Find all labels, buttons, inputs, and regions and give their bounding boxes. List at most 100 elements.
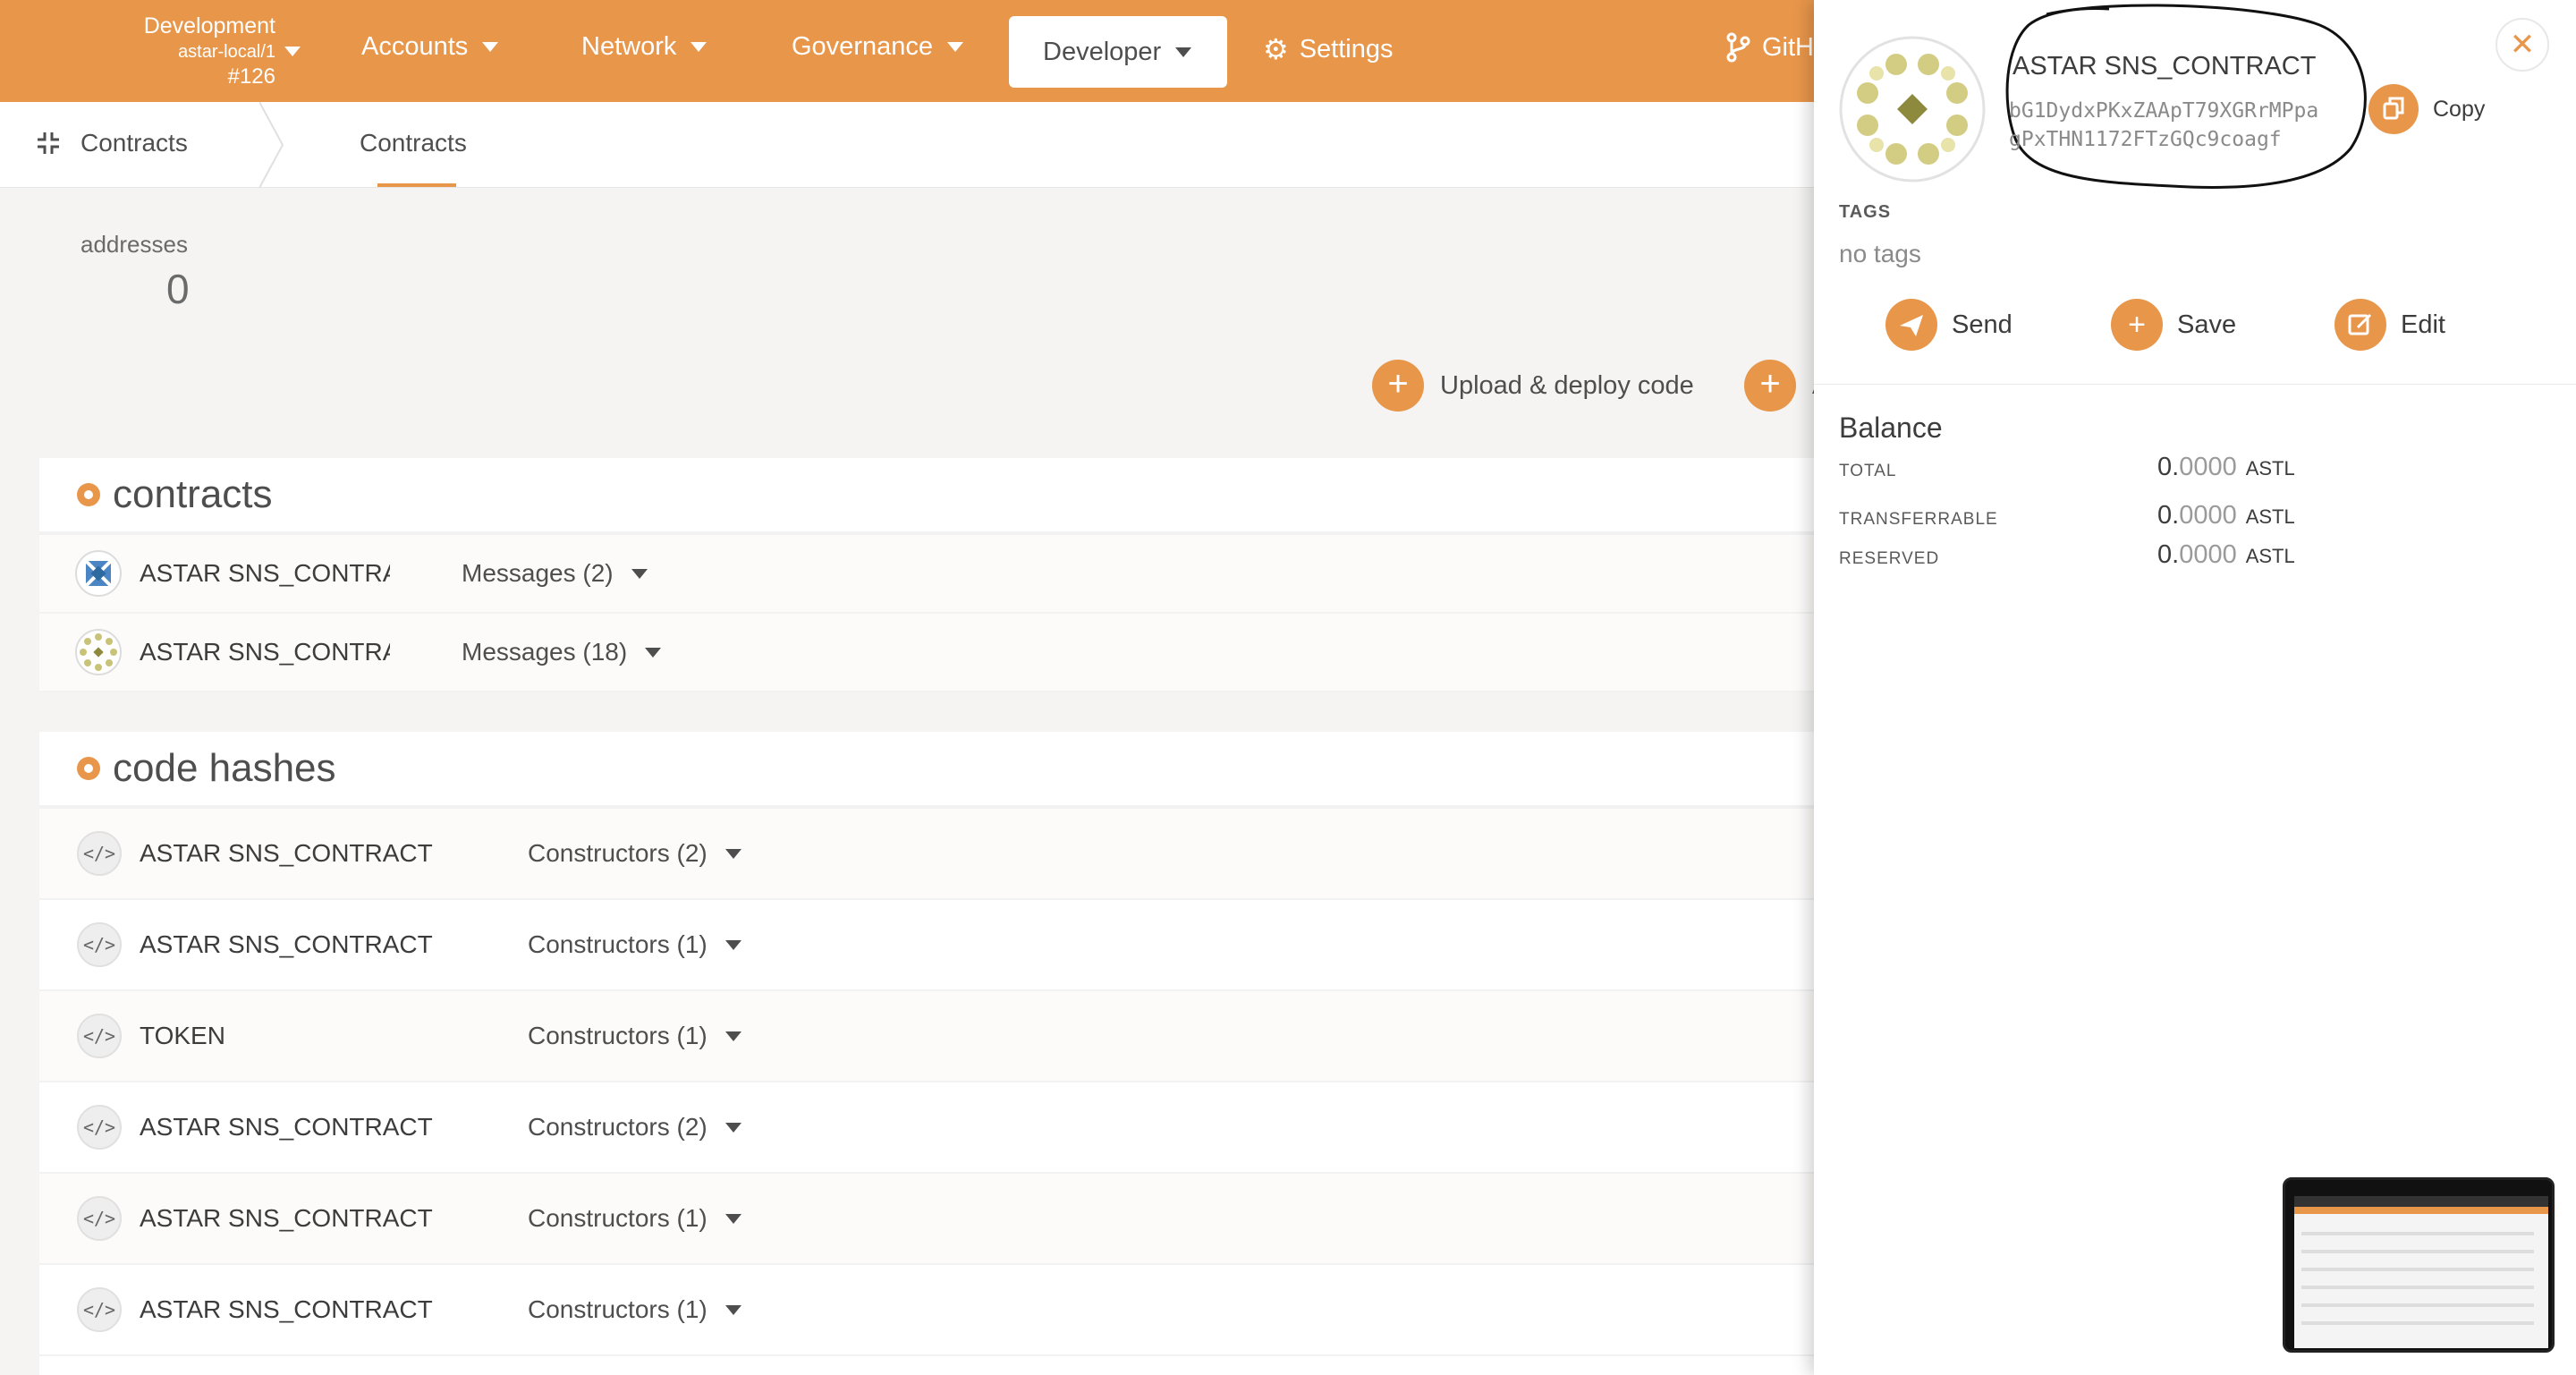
button-label: Send [1952, 310, 2012, 339]
dropdown-label: Messages (2) [462, 559, 614, 587]
plus-icon: + [1744, 360, 1796, 412]
button-label: Upload & deploy code [1440, 370, 1694, 400]
nav-settings[interactable]: ⚙ Settings [1263, 32, 1393, 66]
bullet-icon [77, 757, 100, 780]
upload-deploy-button[interactable]: + Upload & deploy code [1372, 360, 1694, 412]
compress-icon [38, 132, 59, 154]
dropdown-label: Constructors (1) [528, 1204, 708, 1232]
addresses-count: 0 [166, 266, 190, 312]
code-hash-name: ASTAR SNS_CONTRACT [140, 839, 433, 867]
nav-label: Network [581, 32, 677, 61]
code-hash-row[interactable]: </> ASTAR SNS_CONTRACT Constructors (1) [39, 1265, 1855, 1356]
button-label: Save [2177, 310, 2237, 339]
section-header: contracts [39, 458, 1855, 535]
chevron-down-icon [1175, 47, 1192, 57]
nav-label: Accounts [361, 32, 469, 61]
send-button[interactable]: Send [1885, 299, 2012, 351]
save-button[interactable]: + Save [2111, 299, 2236, 351]
code-hash-row[interactable]: </> ASTAR SNS_CONTRACT Constructors (1) [39, 1174, 1855, 1265]
code-hash-row[interactable]: </> ASTAR SNS_CONTRACT Constructors (2) [39, 809, 1855, 900]
balance-int: 0. [2157, 501, 2180, 530]
section-title: code hashes [113, 746, 336, 790]
code-icon: </> [77, 1287, 122, 1332]
contract-row[interactable]: ASTAR SNS_CONTRA Messages (18) [39, 614, 1855, 692]
hand-drawn-circle-annotation [2005, 4, 2367, 189]
active-tab-indicator [377, 183, 456, 187]
chevron-down-icon [482, 42, 499, 52]
section-label: Contracts [80, 129, 188, 157]
balance-unit: ASTL [2245, 505, 2295, 528]
dropdown-label: Constructors (1) [528, 930, 708, 958]
plus-icon: + [2111, 299, 2163, 351]
tags-value: no tags [1839, 240, 1921, 267]
screenshot-thumbnail[interactable] [2283, 1177, 2555, 1353]
balance-unit: ASTL [2245, 457, 2295, 480]
account-name: ASTAR SNS_CONTRACT [2012, 52, 2317, 81]
balance-dec: 0000 [2179, 501, 2237, 530]
contracts-section: contracts ASTAR SNS_CONTRA Messages (2) [39, 458, 1855, 692]
gear-icon: ⚙ [1263, 33, 1289, 65]
contracts-list: ASTAR SNS_CONTRA Messages (2) ASTAR SNS_… [39, 535, 1855, 692]
code-hash-row[interactable]: </> ASTAR SNS_CONTRACT Constructors (1) [39, 900, 1855, 991]
chevron-down-icon [631, 568, 648, 579]
button-label: Edit [2401, 310, 2445, 339]
chevron-down-icon [724, 939, 741, 950]
chain-selector[interactable]: Development astar-local/1 #126 [114, 13, 275, 90]
balance-int: 0. [2157, 453, 2180, 481]
close-icon[interactable]: ✕ [2496, 18, 2549, 72]
messages-dropdown[interactable]: Messages (18) [462, 638, 662, 666]
code-hash-name: ASTAR SNS_CONTRACT [140, 1295, 433, 1323]
constructors-dropdown[interactable]: Constructors (1) [528, 1022, 741, 1050]
contract-name: ASTAR SNS_CONTRA [140, 559, 390, 587]
balance-label: RESERVED [1839, 549, 1940, 568]
chevron-down-icon [947, 42, 963, 52]
chevron-down-icon [724, 1213, 741, 1224]
edit-button[interactable]: Edit [2334, 299, 2445, 351]
balance-value: 0.0000 ASTL [2157, 540, 2295, 570]
balance-label: TRANSFERRABLE [1839, 510, 1998, 529]
code-icon: </> [77, 1105, 122, 1150]
code-hash-row[interactable]: </> TOKEN Constructors (1) [39, 991, 1855, 1082]
tab-section-contracts[interactable]: Contracts [36, 129, 188, 157]
tab-contracts[interactable]: Contracts [360, 129, 467, 157]
balance-value: 0.0000 ASTL [2157, 453, 2295, 482]
chevron-down-icon [645, 647, 662, 658]
constructors-dropdown[interactable]: Constructors (1) [528, 1204, 741, 1233]
tags-label: TAGS [1839, 202, 1892, 222]
account-identicon-icon [1839, 36, 1986, 182]
section-header: code hashes [39, 732, 1855, 809]
contract-identicon-icon [75, 550, 122, 597]
bullet-icon [77, 483, 100, 506]
nav-github[interactable]: GitH [1724, 32, 1814, 63]
button-label: Copy [2433, 96, 2486, 122]
nav-governance[interactable]: Governance [792, 32, 963, 62]
code-icon: </> [77, 922, 122, 967]
constructors-dropdown[interactable]: Constructors (2) [528, 1113, 741, 1142]
code-hash-row[interactable]: </> ASTAR SNS_CONTRACT Constructors (2) [39, 1082, 1855, 1174]
balance-dec: 0000 [2179, 453, 2237, 481]
dropdown-label: Messages (18) [462, 638, 628, 666]
constructors-dropdown[interactable]: Constructors (1) [528, 1295, 741, 1324]
nav-label: Governance [792, 32, 933, 61]
contract-row[interactable]: ASTAR SNS_CONTRA Messages (2) [39, 535, 1855, 614]
edit-icon [2334, 299, 2386, 351]
contract-identicon-icon [75, 629, 122, 675]
dropdown-label: Constructors (1) [528, 1295, 708, 1323]
chevron-down-icon[interactable] [284, 47, 301, 56]
constructors-dropdown[interactable]: Constructors (1) [528, 930, 741, 959]
chevron-down-icon [724, 848, 741, 859]
copy-button[interactable]: Copy [2368, 84, 2485, 134]
account-sidebar: ✕ ASTAR SNS_CONTRACT bG1DydxPKxZAApT79XG… [1814, 0, 2576, 1375]
dropdown-label: Constructors (2) [528, 839, 708, 867]
chevron-down-icon [724, 1031, 741, 1041]
balance-dec: 0000 [2179, 540, 2237, 569]
nav-developer[interactable]: Developer [1009, 16, 1228, 88]
balance-title: Balance [1839, 412, 1943, 444]
messages-dropdown[interactable]: Messages (2) [462, 559, 648, 588]
constructors-dropdown[interactable]: Constructors (2) [528, 839, 741, 868]
nav-accounts[interactable]: Accounts [361, 32, 499, 62]
balance-int: 0. [2157, 540, 2180, 569]
nav-network[interactable]: Network [581, 32, 708, 62]
send-icon [1885, 299, 1937, 351]
balance-value: 0.0000 ASTL [2157, 501, 2295, 530]
